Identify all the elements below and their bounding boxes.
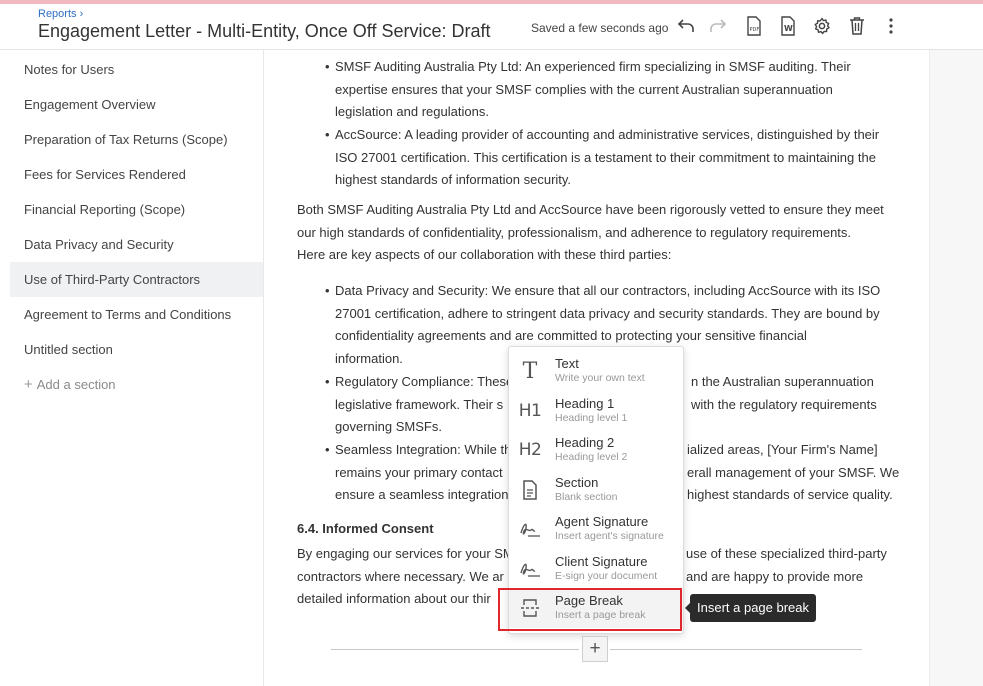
bullet-regulatory-compliance-right: n the Australian superannuation with the… [691,371,877,416]
menu-item-title: Section [555,475,599,490]
save-status: Saved a few seconds ago [531,21,669,35]
sidebar-item-notes-for-users[interactable]: Notes for Users [10,52,263,87]
menu-item-subtitle: Heading level 1 [555,412,628,424]
page-break-tooltip: Insert a page break [684,594,817,622]
bullet-accsource[interactable]: • AccSource: A leading provider of accou… [325,124,880,192]
sidebar-item-data-privacy[interactable]: Data Privacy and Security [10,227,263,262]
redo-icon[interactable] [706,14,730,38]
text-line: highest standards of service quality. [687,487,893,503]
sidebar-item-engagement-overview[interactable]: Engagement Overview [10,87,263,122]
text-line: n the Australian superannuation [691,374,874,389]
heading-informed-consent[interactable]: 6.4. Informed Consent [297,521,434,536]
text-line: legislation and regulations. [335,104,489,120]
bullet-regulatory-compliance-left[interactable]: • Regulatory Compliance: These legislati… [325,371,514,439]
block-divider-left [331,649,579,650]
more-vertical-icon[interactable] [879,14,903,38]
menu-item-subtitle: Write your own text [555,372,645,384]
text-line: Seamless Integration: While th [335,442,512,457]
word-file-icon[interactable]: W [776,14,800,38]
menu-item-title: Heading 2 [555,435,615,450]
canvas-right-gutter [929,50,983,686]
heading-2-icon: H2 [518,440,542,460]
bullet-smsf-auditing[interactable]: • SMSF Auditing Australia Pty Ltd: An ex… [325,56,851,124]
add-section-label: Add a section [36,377,116,392]
app-header: Reports › Engagement Letter - Multi-Enti… [0,4,983,50]
page-title: Engagement Letter - Multi-Entity, Once O… [38,21,491,41]
text-line: Data Privacy and Security: We ensure tha… [335,283,881,298]
signature-icon [517,516,543,542]
heading-1-icon: H1 [518,401,542,421]
menu-item-heading-2[interactable]: H2 Heading 2 Heading level 2 [509,431,683,470]
text-line: legislative framework. Their s [335,396,504,412]
bullet-seamless-integration-left[interactable]: • Seamless Integration: While th remains… [325,439,512,507]
text-line: AccSource: A leading provider of account… [335,127,880,142]
text-line: with the regulatory requirements [691,396,877,412]
menu-item-subtitle: E-sign your document [555,570,658,582]
menu-item-subtitle: Blank section [555,491,618,503]
bullet-dot: • [325,442,330,457]
text-line: erall management of your SMSF. We [687,464,900,480]
menu-item-agent-signature[interactable]: Agent Signature Insert agent's signature [509,510,683,549]
text-line: governing SMSFs. [335,419,442,435]
text-line: use of these specialized third-party [686,546,887,561]
text-line: ialized areas, [Your Firm's Name] [687,442,878,457]
sidebar-item-untitled-section[interactable]: Untitled section [10,332,263,367]
section-sidebar: Notes for Users Engagement Overview Prep… [10,50,263,686]
bullet-dot: • [325,374,330,389]
sidebar-item-terms-and-conditions[interactable]: Agreement to Terms and Conditions [10,297,263,332]
paragraph-vetting[interactable]: Both SMSF Auditing Australia Pty Ltd and… [297,199,884,267]
text-line: ensure a seamless integration [335,487,509,503]
menu-item-heading-1[interactable]: H1 Heading 1 Heading level 1 [509,392,683,431]
menu-item-text[interactable]: T Text Write your own text [509,352,683,391]
paragraph-consent-left[interactable]: By engaging our services for your SM con… [297,543,514,611]
menu-item-title: Heading 1 [555,396,615,411]
bullet-dot: • [325,59,330,74]
menu-item-title: Client Signature [555,554,648,569]
block-divider-right [610,649,862,650]
bullet-dot: • [325,283,330,298]
bullet-dot: • [325,127,330,142]
menu-item-subtitle: Insert agent's signature [555,530,664,542]
text-line: ISO 27001 certification. This certificat… [335,149,876,165]
add-section-button[interactable]: + Add a section [10,367,263,402]
text-line: our high standards of confidentiality, p… [297,224,852,240]
paragraph-consent-right: use of these specialized third-party and… [686,543,887,588]
text-line: confidentiality agreements and are commi… [335,328,807,344]
signature-icon [517,556,543,582]
menu-item-section[interactable]: Section Blank section [509,471,683,510]
gear-icon[interactable] [810,14,834,38]
menu-item-title: Agent Signature [555,514,649,529]
insert-block-button[interactable]: + [582,636,608,662]
menu-item-title: Text [555,356,579,371]
text-line: 27001 certification, adhere to stringent… [335,305,880,321]
text-line: expertise ensures that your SMSF complie… [335,81,833,97]
sidebar-item-tax-returns-scope[interactable]: Preparation of Tax Returns (Scope) [10,122,263,157]
sidebar-item-financial-reporting[interactable]: Financial Reporting (Scope) [10,192,263,227]
document-section-icon [517,477,543,503]
text-line: By engaging our services for your SM [297,546,514,561]
text-line: highest standards of information securit… [335,172,572,188]
text-line: Both SMSF Auditing Australia Pty Ltd and… [297,202,884,217]
menu-item-client-signature[interactable]: Client Signature E-sign your document [509,550,683,589]
text-line: Regulatory Compliance: These [335,374,514,389]
text-line: SMSF Auditing Australia Pty Ltd: An expe… [335,59,851,74]
pdf-file-icon[interactable]: PDF [742,14,766,38]
menu-item-subtitle: Heading level 2 [555,451,628,463]
highlight-annotation-box [498,588,682,631]
text-type-icon: T [522,358,538,384]
undo-icon[interactable] [674,14,698,38]
trash-icon[interactable] [845,14,869,38]
sidebar-item-third-party-contractors[interactable]: Use of Third-Party Contractors [10,262,263,297]
text-line: detailed information about our thir [297,591,491,607]
bullet-seamless-integration-right: ialized areas, [Your Firm's Name] erall … [687,439,899,507]
text-line: and are happy to provide more [686,568,864,584]
plus-icon: + [24,376,33,393]
breadcrumb-reports[interactable]: Reports › [38,8,83,20]
text-line: remains your primary contact [335,464,503,480]
sidebar-item-fees[interactable]: Fees for Services Rendered [10,157,263,192]
text-line: Here are key aspects of our collaboratio… [297,247,672,263]
svg-text:PDF: PDF [750,27,760,33]
text-line: contractors where necessary. We ar [297,568,504,584]
svg-text:W: W [784,24,793,33]
